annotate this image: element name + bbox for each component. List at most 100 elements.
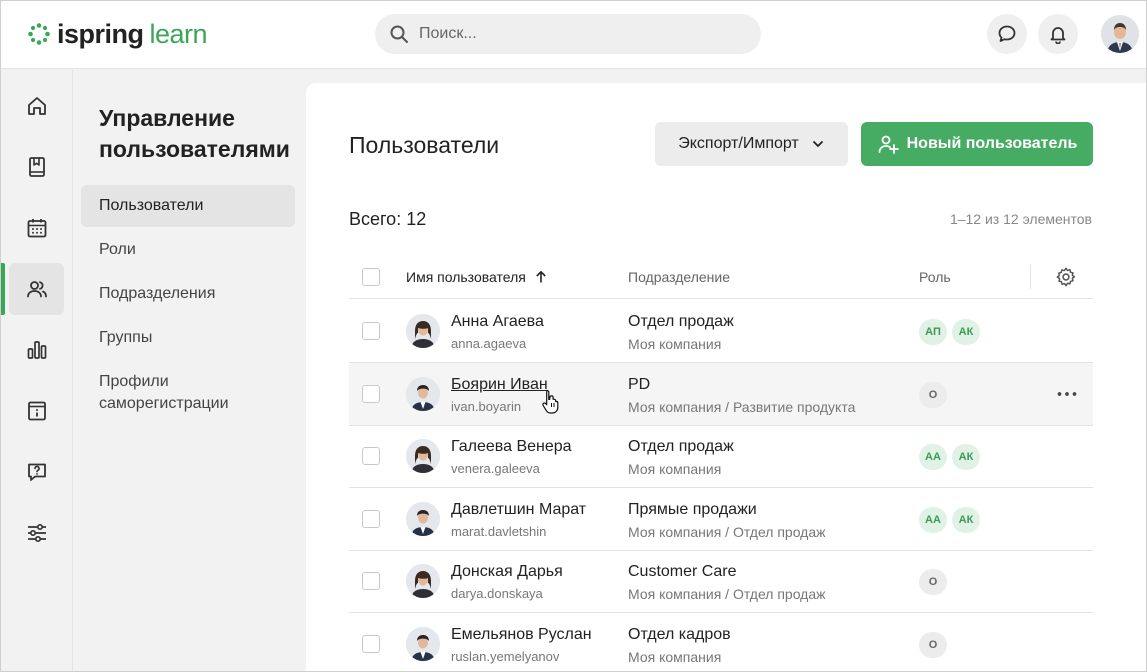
chat-button[interactable] (987, 14, 1027, 54)
column-name-label: Имя пользователя (406, 269, 526, 285)
gear-icon[interactable] (1055, 266, 1077, 288)
bell-icon (1050, 27, 1066, 44)
department-path: Моя компания / Отдел продаж (628, 586, 826, 603)
user-name-link[interactable]: Давлетшин Марат (451, 501, 586, 519)
user-name-link[interactable]: Галеева Венера (451, 438, 572, 456)
icon-rail (1, 70, 73, 671)
sidebar-item-roles[interactable]: Роли (81, 229, 295, 271)
sidebar-item-self-registration[interactable]: Профили саморегистрации (81, 361, 281, 421)
rail-item-library[interactable] (9, 141, 64, 193)
roles-cell: О (919, 569, 947, 596)
sidebar-item-groups[interactable]: Группы (81, 317, 295, 359)
row-checkbox[interactable] (362, 509, 380, 528)
notifications-button[interactable] (1038, 14, 1078, 54)
row-checkbox[interactable] (362, 635, 380, 653)
rail-item-home[interactable] (9, 80, 64, 132)
row-checkbox[interactable] (362, 572, 380, 591)
rail-item-settings[interactable] (9, 507, 64, 559)
calendar-icon (27, 219, 46, 238)
home-icon (27, 97, 46, 115)
chat-bubble-icon (998, 25, 1016, 42)
user-name-link[interactable]: Емельянов Руслан (451, 626, 592, 644)
book-icon (28, 157, 45, 177)
department-name: Прямые продажи (628, 500, 757, 518)
sidebar-item-users[interactable]: Пользователи (81, 185, 295, 227)
table-row[interactable]: Галеева Венера venera.galeeva Отдел продаж… (349, 425, 1093, 489)
avatar (406, 314, 440, 348)
column-header-role[interactable]: Роль (919, 269, 951, 285)
logo-icon (28, 23, 50, 45)
more-dots-icon (1057, 391, 1077, 396)
role-badge: О (919, 632, 947, 658)
select-all-checkbox[interactable] (362, 268, 380, 286)
department-path: Моя компания (628, 649, 722, 665)
rail-item-info[interactable] (9, 385, 64, 437)
avatar (406, 564, 440, 599)
avatar (406, 501, 440, 536)
user-login: ivan.boyarin (451, 398, 522, 414)
section-title: Управление пользователями (99, 105, 290, 162)
page-title: Пользователи (349, 132, 500, 158)
table-row[interactable]: Емельянов Руслан ruslan.yemelyanov Отдел к… (349, 613, 1093, 671)
info-page-icon (27, 401, 46, 421)
new-user-label: Новый пользователь (906, 135, 1078, 152)
avatar (406, 376, 440, 411)
new-user-button[interactable]: Новый пользователь (861, 122, 1093, 166)
search-input[interactable] (419, 25, 739, 43)
table-row[interactable]: Анна Агаева anna.agaeva Отдел продаж Моя ко… (349, 300, 1093, 363)
department-path: Моя компания / Отдел продаж (628, 523, 826, 540)
column-header-name[interactable]: Имя пользователя (406, 269, 548, 285)
table-row[interactable]: Давлетшин Марат marat.davletshin Прямые пр… (349, 488, 1093, 551)
role-badge: О (919, 569, 947, 596)
department-name: PD (628, 375, 651, 393)
rail-item-calendar[interactable] (9, 202, 64, 254)
person-photo-icon (406, 376, 440, 411)
pagination-range: 1–12 из 12 элементов (949, 211, 1092, 227)
department-path: Моя компания (628, 336, 722, 352)
role-badge: АА (919, 444, 947, 471)
total-count: Всего: 12 (349, 209, 427, 229)
department-path: Моя компания / Развитие продукта (628, 398, 856, 415)
department-name: Customer Care (628, 563, 737, 581)
role-badge: АК (952, 319, 980, 345)
user-name-link[interactable]: Боярин Иван (451, 376, 548, 394)
table-row[interactable]: Боярин Иван ivan.boyarin PD Моя компания / … (349, 362, 1093, 426)
rail-item-reports[interactable] (9, 324, 64, 376)
user-login: ruslan.yemelyanov (451, 649, 560, 664)
row-checkbox[interactable] (362, 384, 380, 403)
column-header-dept[interactable]: Подразделение (628, 269, 730, 285)
rail-item-help[interactable] (9, 446, 64, 498)
role-badge: АП (919, 319, 947, 345)
table-row[interactable]: Донская Дарья darya.donskaya Customer Care… (349, 550, 1093, 614)
search-box[interactable] (375, 14, 761, 54)
export-import-label: Экспорт/Импорт (678, 135, 799, 152)
roles-cell: О (919, 381, 947, 408)
section-sidebar: Управление пользователями Пользователи Р… (73, 70, 305, 671)
avatar (406, 627, 440, 661)
user-name-link[interactable]: Анна Агаева (451, 313, 544, 331)
bar-chart-icon (27, 341, 46, 359)
user-avatar[interactable] (1101, 15, 1139, 53)
avatar (406, 439, 440, 474)
more-actions-button[interactable] (1055, 383, 1079, 405)
user-login: darya.donskaya (451, 586, 543, 602)
sidebar-item-departments[interactable]: Подразделения (81, 273, 295, 315)
user-name-link[interactable]: Донская Дарья (451, 563, 563, 581)
rail-item-users[interactable] (9, 263, 64, 315)
logo-part-1: ispring (57, 18, 144, 49)
role-badge: АК (952, 444, 980, 471)
roles-cell: АП АК (919, 319, 980, 345)
person-photo-icon (406, 501, 440, 536)
row-checkbox[interactable] (362, 447, 380, 466)
search-icon (390, 25, 408, 43)
logo-part-2: learn (149, 18, 208, 49)
export-import-button[interactable]: Экспорт/Импорт (655, 122, 848, 166)
add-user-icon (878, 135, 899, 154)
logo[interactable]: ispring learn (27, 18, 208, 50)
question-chat-icon (27, 463, 46, 481)
department-name: Отдел продаж (628, 313, 734, 330)
person-photo-icon (406, 627, 440, 661)
roles-cell: АА АК (919, 506, 980, 533)
row-checkbox[interactable] (362, 322, 380, 340)
role-badge: О (919, 381, 947, 408)
